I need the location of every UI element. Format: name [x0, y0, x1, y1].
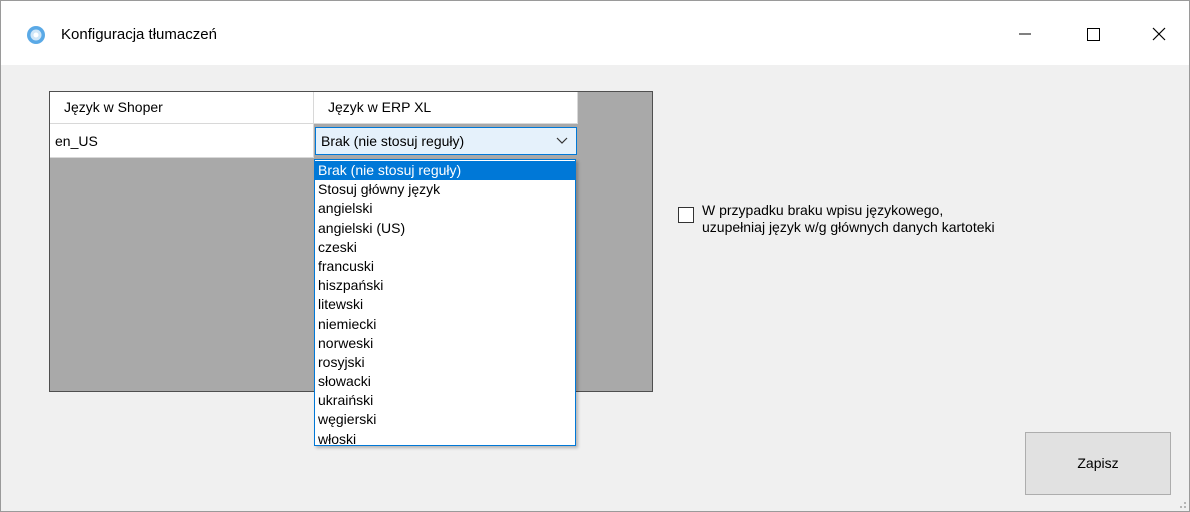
- fallback-language-label[interactable]: W przypadku braku wpisu językowego, uzup…: [702, 202, 1062, 236]
- dropdown-option[interactable]: norweski: [315, 334, 575, 353]
- erp-language-select-value: Brak (nie stosuj reguły): [321, 133, 465, 149]
- language-dropdown-list[interactable]: Brak (nie stosuj reguły) Stosuj główny j…: [314, 159, 576, 449]
- close-button[interactable]: [1136, 13, 1182, 55]
- grid-header: Język w Shoper Język w ERP XL: [50, 92, 578, 124]
- dropdown-option[interactable]: hiszpański: [315, 276, 575, 295]
- dropdown-option[interactable]: angielski (US): [315, 219, 575, 238]
- dropdown-option[interactable]: rosyjski: [315, 353, 575, 372]
- dropdown-option[interactable]: ukraiński: [315, 391, 575, 410]
- config-window: Konfiguracja tłumaczeń Język w Shoper Ję…: [0, 0, 1190, 512]
- erp-language-select[interactable]: Brak (nie stosuj reguły): [315, 127, 577, 155]
- dropdown-option[interactable]: słowacki: [315, 372, 575, 391]
- dropdown-option[interactable]: francuski: [315, 257, 575, 276]
- close-icon: [1152, 27, 1166, 41]
- dropdown-option[interactable]: Brak (nie stosuj reguły): [315, 161, 575, 181]
- window-title: Konfiguracja tłumaczeń: [61, 26, 217, 43]
- column-header-erp[interactable]: Język w ERP XL: [314, 92, 578, 124]
- save-button[interactable]: Zapisz: [1025, 432, 1171, 495]
- maximize-button[interactable]: [1070, 13, 1116, 55]
- title-bar[interactable]: Konfiguracja tłumaczeń: [1, 1, 1189, 65]
- dropdown-option[interactable]: czeski: [315, 238, 575, 257]
- fallback-label-line2: uzupełniaj język w/g głównych danych kar…: [702, 219, 995, 235]
- maximize-icon: [1087, 28, 1100, 41]
- fallback-label-line1: W przypadku braku wpisu językowego,: [702, 202, 944, 218]
- dropdown-option[interactable]: litewski: [315, 295, 575, 314]
- dropdown-option[interactable]: węgierski: [315, 410, 575, 429]
- dropdown-option[interactable]: niemiecki: [315, 315, 575, 334]
- dropdown-option[interactable]: Stosuj główny język: [315, 180, 575, 199]
- fallback-language-checkbox[interactable]: [678, 207, 694, 223]
- resize-grip-icon[interactable]: [1175, 497, 1187, 509]
- minimize-button[interactable]: [1002, 13, 1048, 55]
- minimize-icon: [1019, 33, 1031, 35]
- table-row[interactable]: en_US Brak (nie stosuj reguły): [50, 124, 578, 158]
- column-header-shoper[interactable]: Język w Shoper: [50, 92, 314, 124]
- dropdown-option[interactable]: angielski: [315, 199, 575, 218]
- cell-shoper-language[interactable]: en_US: [50, 124, 314, 158]
- dropdown-option[interactable]: włoski: [315, 430, 575, 449]
- chevron-down-icon[interactable]: [556, 137, 568, 145]
- app-icon: [27, 26, 45, 44]
